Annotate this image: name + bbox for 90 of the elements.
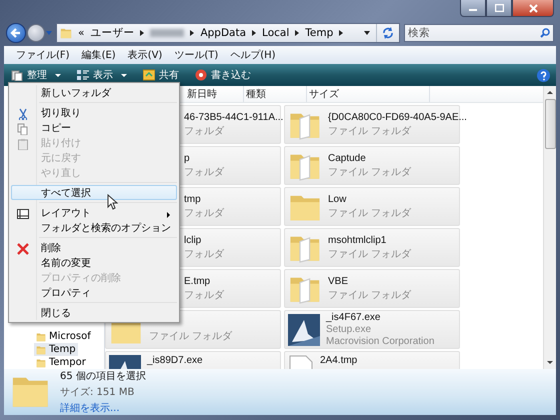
chevron-icon[interactable] [190,30,194,36]
file-detail: フォルダ [184,166,224,178]
scissors-icon [17,108,29,120]
search-field[interactable]: 検索 [404,24,554,42]
file-tile[interactable]: _is4F67.exe Setup.exe Macrovision Corporation [284,310,460,349]
file-name: _is4F67.exe [326,312,382,323]
toolbar-button[interactable]: 共有 [140,66,182,84]
file-name: Captude [328,152,367,164]
help-icon[interactable] [537,68,550,82]
breadcrumb[interactable]: ユーザー [90,26,134,40]
close-button[interactable] [512,0,554,17]
file-detail: ファイル フォルダ [328,206,411,220]
file-detail: フォルダ [184,288,224,302]
maximize-icon [494,4,504,12]
folder-tree-item[interactable]: Tempor [34,356,88,369]
delete-icon [17,243,29,255]
refresh-icon[interactable] [382,27,394,39]
file-tile[interactable]: Low ファイル フォルダ [284,187,460,226]
pages-icon [11,69,23,81]
file-detail: ファイル フォルダ [149,330,232,343]
file-name: 2A4.tmp [320,355,358,366]
menu-item[interactable]: ヘルプ(H) [224,48,282,62]
file-name: Low [328,194,348,204]
toolbar-button[interactable]: 書き込む [192,66,254,84]
file-name: msohtmlclip1 [328,234,388,246]
folder-icon [60,27,72,39]
chevron-icon[interactable] [339,30,344,36]
file-name: tmp [184,194,202,204]
layout-icon [17,208,29,220]
back-button[interactable] [6,23,26,43]
file-tile[interactable]: msohtmlclip1 ファイル フォルダ [284,228,460,267]
file-detail: ファイル フォルダ [328,248,411,260]
file-tile[interactable]: VBE ファイル フォルダ [284,269,460,308]
file-name: lclip [184,234,202,246]
breadcrumb[interactable]: Local [262,27,290,39]
menu-item[interactable]: 表示(V) [122,48,168,62]
chevron-icon[interactable] [252,30,256,36]
folder-icon [36,358,46,368]
forward-button[interactable] [27,24,45,42]
file-tile[interactable]: _is89D7.exe [105,351,281,369]
installer-icon [288,314,320,346]
dropdown-icon[interactable] [364,31,370,35]
search-icon [540,28,550,38]
file-detail: Setup.exe [326,324,372,335]
column-header[interactable]: サイズ [307,86,430,102]
minimize-button[interactable] [460,0,486,17]
copy-icon [17,123,29,135]
column-header[interactable]: 新日時 [185,86,244,102]
column-header[interactable]: 種類 [244,86,307,102]
file-detail: Macrovision Corporation [326,336,434,347]
share-icon [143,69,155,81]
breadcrumb[interactable]: « [78,27,84,39]
chevron-icon[interactable] [140,30,144,36]
folder-icon [36,332,46,342]
menu-item[interactable]: 編集(E) [76,48,122,62]
selection-size: サイズ: 151 MB [60,386,136,399]
folder-icon [36,344,46,354]
file-name: _is89D7.exe [147,355,203,366]
breadcrumb[interactable]: AppData [200,27,246,39]
chevron-icon[interactable] [295,30,300,36]
folder-tree-item[interactable]: Microsof [34,330,93,343]
file-detail: フォルダ [184,248,224,260]
file-detail: ファイル フォルダ [328,166,411,178]
file-name: E.tmp [184,276,212,286]
menu-item[interactable]: ファイル(F) [10,48,76,62]
menu-item[interactable]: 新しいフォルダ [11,85,177,100]
close-icon [528,4,538,12]
file-detail: フォルダ [184,124,226,138]
mouse-pointer-icon [107,194,118,210]
file-detail: ファイル フォルダ [328,288,411,302]
breadcrumb[interactable]: Temp [305,27,334,39]
file-tile[interactable]: Captude ファイル フォルダ [284,146,460,185]
scrollbar[interactable] [543,86,556,369]
file-detail: ファイル フォルダ [328,124,412,138]
folder-tree-item[interactable]: Temp [34,343,78,356]
file-name: 46-73B5-44C1-911A... [184,112,284,122]
file-name: {D0CA80C0-FD69-40A5-9AE... [328,112,467,122]
file-name: VBE [328,276,350,286]
details-link[interactable]: 詳細を表示... [60,401,146,415]
file-name: p [184,152,191,164]
address-bar[interactable]: « ユーザー AppData Local Temp [56,23,400,43]
disc-icon [195,69,207,81]
clipboard-icon [17,138,29,150]
file-tile[interactable]: 2A4.tmp [284,351,460,369]
menu-item[interactable]: すべて選択 [11,185,177,200]
selection-count: 65 個の項目を選択 [60,370,146,383]
maximize-button[interactable] [486,0,512,17]
menu-item[interactable]: ツール(T) [168,48,224,62]
view-list-icon [77,69,89,81]
file-detail: フォルダ [184,206,224,220]
